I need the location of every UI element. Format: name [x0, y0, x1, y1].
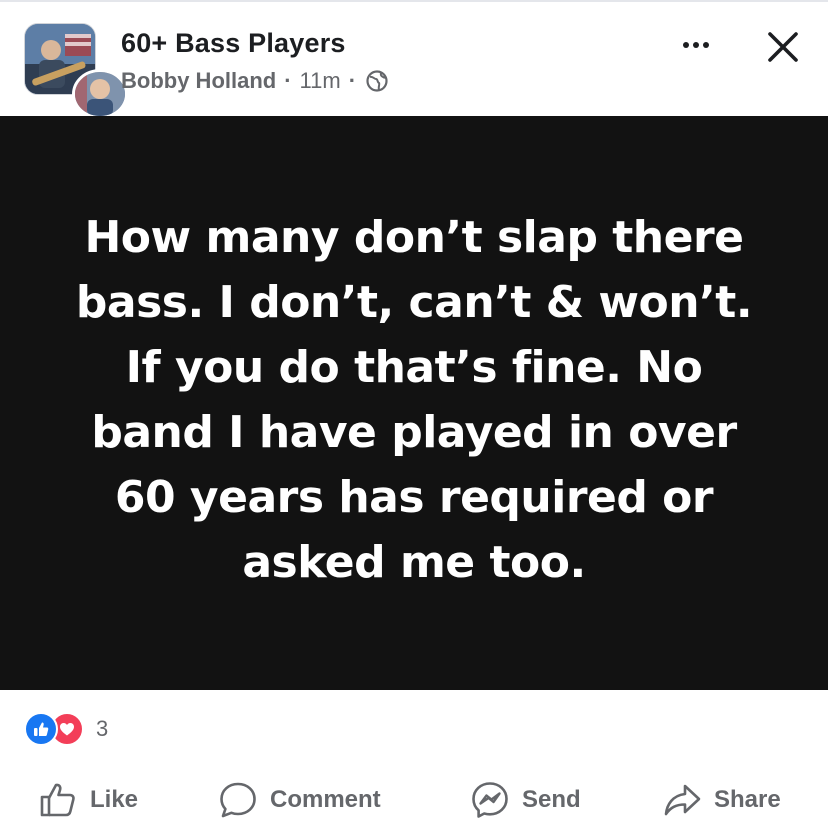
group-name-link[interactable]: 60+ Bass Players: [121, 28, 346, 59]
reaction-count: 3: [96, 716, 109, 741]
close-icon[interactable]: [760, 24, 806, 70]
author-avatar-image: [75, 72, 125, 116]
post-content: How many don’t slap there bass. I don’t,…: [0, 116, 828, 690]
post-text-line: How many don’t slap there: [84, 212, 744, 263]
avatar-group[interactable]: [24, 23, 128, 119]
post-timestamp[interactable]: 11m: [300, 68, 341, 94]
author-avatar[interactable]: [72, 69, 128, 119]
globe-icon: [366, 70, 388, 92]
post-text: How many don’t slap there bass. I don’t,…: [44, 205, 784, 595]
post-meta: Bobby Holland · 11m ·: [121, 67, 388, 95]
post-text-line: band I have played in over: [91, 407, 737, 458]
post-text-line: If you do that’s fine. No: [125, 342, 703, 393]
action-bar: Like Comment Send Share: [0, 770, 828, 825]
share-arrow-icon: [664, 784, 701, 816]
more-options-icon[interactable]: [672, 30, 720, 60]
post-text-line: asked me too.: [242, 537, 586, 588]
comment-label: Comment: [270, 786, 381, 813]
like-reaction-icon: [24, 712, 58, 746]
post-text-line: bass. I don’t, can’t & won’t.: [75, 277, 753, 328]
post-header: 60+ Bass Players Bobby Holland · 11m ·: [0, 0, 828, 119]
reactions-summary[interactable]: 3: [24, 712, 108, 746]
meta-separator: ·: [348, 68, 357, 93]
meta-separator: ·: [284, 68, 292, 93]
like-label: Like: [90, 786, 139, 813]
reaction-icons: [24, 712, 86, 746]
post-view: 60+ Bass Players Bobby Holland · 11m · H…: [0, 0, 828, 825]
comment-icon: [220, 782, 256, 818]
share-button[interactable]: Share: [662, 778, 781, 822]
thumbs-up-icon: [40, 783, 75, 817]
post-text-line: 60 years has required or: [114, 472, 714, 523]
like-button[interactable]: Like: [38, 778, 138, 822]
send-button[interactable]: Send: [470, 778, 581, 822]
messenger-icon: [472, 782, 508, 818]
comment-button[interactable]: Comment: [218, 778, 381, 822]
author-name-link[interactable]: Bobby Holland: [121, 68, 276, 94]
share-label: Share: [714, 786, 781, 813]
send-label: Send: [522, 786, 581, 813]
